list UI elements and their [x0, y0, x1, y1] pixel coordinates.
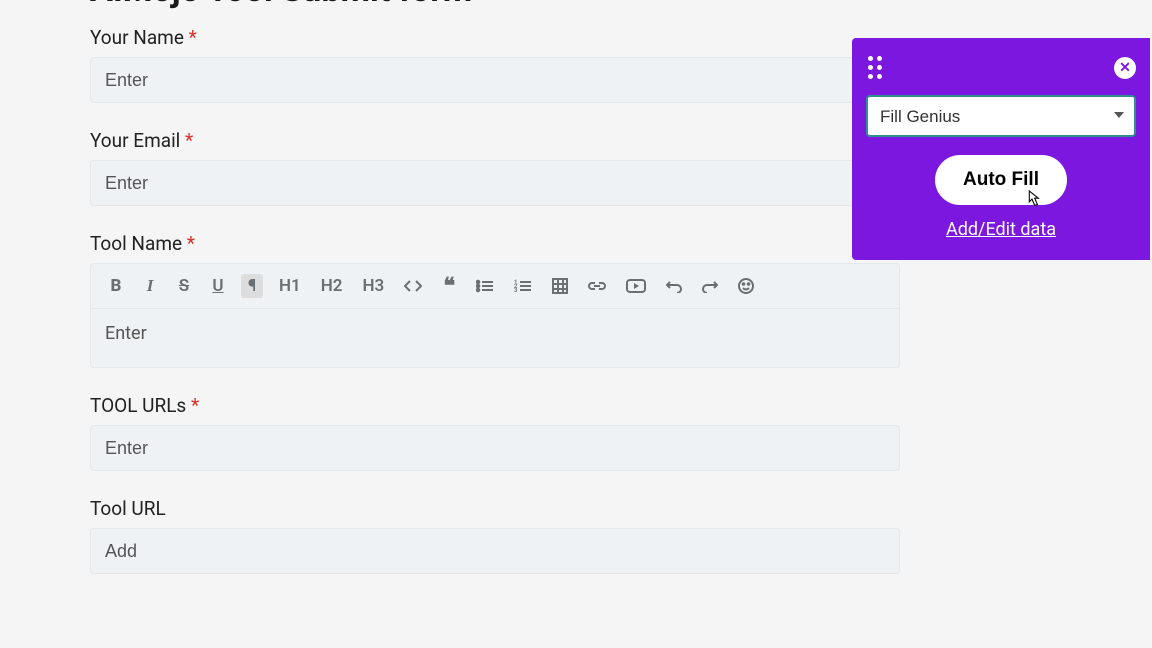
label-text: Tool Name	[90, 232, 182, 255]
label-text: Your Email	[90, 129, 180, 152]
input-your-name[interactable]	[90, 57, 900, 103]
link-button[interactable]	[584, 274, 610, 298]
profile-select[interactable]: Fill Genius	[866, 95, 1136, 137]
redo-button[interactable]	[698, 274, 722, 298]
profile-select-wrap: Fill Genius	[866, 95, 1136, 137]
h2-button[interactable]: H2	[317, 274, 347, 298]
quote-button[interactable]: ❝	[438, 274, 460, 298]
required-asterisk: *	[191, 394, 199, 417]
undo-button[interactable]	[662, 274, 686, 298]
label-text: Your Name	[90, 26, 184, 49]
drag-handle-icon[interactable]	[866, 54, 884, 81]
ordered-list-button[interactable]: 123	[510, 274, 536, 298]
underline-button[interactable]: U	[207, 274, 229, 298]
strike-button[interactable]: S	[173, 274, 195, 298]
italic-button[interactable]: I	[139, 274, 161, 298]
label-text: TOOL URLs	[90, 394, 186, 417]
extension-panel: ✕ Fill Genius Auto Fill Add/Edit data	[852, 38, 1150, 260]
field-tool-url: Tool URL	[90, 497, 1062, 574]
editor-textarea[interactable]: Enter	[91, 309, 899, 367]
required-asterisk: *	[185, 129, 193, 152]
close-button[interactable]: ✕	[1114, 57, 1136, 79]
rich-text-editor: B I S U ¶ H1 H2 H3 ❝ 123	[90, 263, 900, 368]
auto-fill-button[interactable]: Auto Fill	[935, 155, 1067, 205]
page-title: AIMojo Tool Submit form	[90, 0, 1062, 10]
code-button[interactable]	[400, 274, 426, 298]
h3-button[interactable]: H3	[359, 274, 389, 298]
label-text: Tool URL	[90, 497, 166, 520]
emoji-button[interactable]	[734, 274, 758, 298]
cursor-pointer-icon	[1023, 189, 1041, 211]
required-asterisk: *	[189, 26, 197, 49]
bullet-list-button[interactable]	[472, 274, 498, 298]
paragraph-button[interactable]: ¶	[241, 274, 263, 298]
video-button[interactable]	[622, 274, 650, 298]
extension-topbar: ✕	[866, 54, 1136, 81]
input-your-email[interactable]	[90, 160, 900, 206]
required-asterisk: *	[187, 232, 195, 255]
svg-text:3: 3	[514, 287, 518, 293]
add-edit-data-link[interactable]: Add/Edit data	[866, 219, 1136, 240]
editor-toolbar: B I S U ¶ H1 H2 H3 ❝ 123	[91, 264, 899, 309]
label-tool-url: Tool URL	[90, 497, 1062, 520]
table-button[interactable]	[548, 274, 572, 298]
auto-fill-label: Auto Fill	[963, 169, 1039, 190]
label-tool-urls: TOOL URLs *	[90, 394, 1062, 417]
input-tool-urls[interactable]	[90, 425, 900, 471]
h1-button[interactable]: H1	[275, 274, 305, 298]
bold-button[interactable]: B	[105, 274, 127, 298]
field-tool-urls: TOOL URLs *	[90, 394, 1062, 471]
input-tool-url[interactable]	[90, 528, 900, 574]
